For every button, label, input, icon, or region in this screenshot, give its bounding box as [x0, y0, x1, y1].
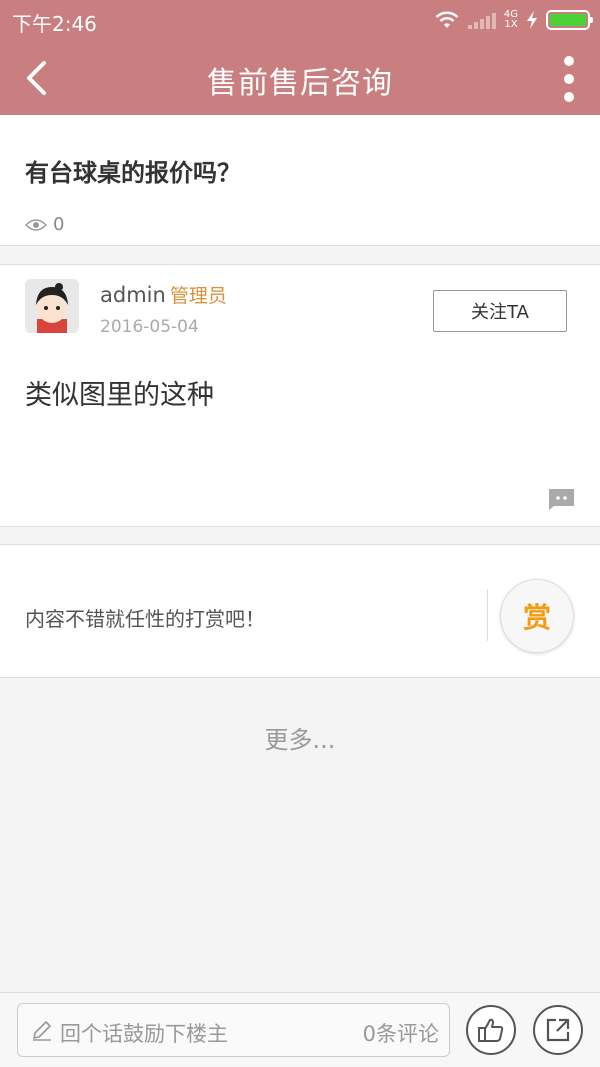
battery-fill	[550, 14, 586, 26]
status-bar: 下午2:46 4G 1X	[0, 0, 600, 40]
comment-bubble-icon[interactable]	[546, 487, 576, 511]
comment-count[interactable]: 0条评论	[363, 1018, 439, 1048]
network-type: 4G 1X	[504, 10, 518, 30]
like-button[interactable]	[466, 1005, 516, 1055]
avatar-image	[25, 279, 79, 333]
more-vertical-icon	[564, 56, 574, 66]
share-icon	[546, 1018, 570, 1042]
post-date: 2016-05-04	[100, 317, 199, 337]
post-card: admin 管理员 2016-05-04 关注TA 类似图里的这种	[0, 264, 600, 527]
comment-input-placeholder: 回个话鼓励下楼主	[60, 1022, 228, 1046]
question-card: 有台球桌的报价吗？ 0	[0, 115, 600, 246]
share-button[interactable]	[533, 1005, 583, 1055]
page-title: 售前售后咨询	[207, 66, 393, 101]
eye-icon	[25, 218, 47, 231]
view-count-value: 0	[53, 214, 65, 235]
more-options-button[interactable]	[562, 56, 576, 102]
comment-input[interactable]: 回个话鼓励下楼主 0条评论	[17, 1003, 450, 1057]
bottom-bar: 回个话鼓励下楼主 0条评论	[0, 992, 600, 1067]
author-role-badge: 管理员	[169, 285, 227, 307]
author-username: admin	[100, 283, 166, 307]
wifi-icon	[435, 11, 459, 28]
pencil-icon	[33, 1021, 51, 1041]
view-count: 0	[25, 214, 64, 235]
reward-card: 内容不错就任性的打赏吧！ 赏	[0, 544, 600, 678]
follow-button[interactable]: 关注TA	[433, 290, 567, 332]
more-link[interactable]: 更多...	[0, 720, 600, 755]
reward-prompt: 内容不错就任性的打赏吧！	[25, 607, 265, 631]
reward-button[interactable]: 赏	[500, 579, 574, 653]
status-indicators: 4G 1X	[434, 6, 593, 34]
signal-bars-icon	[467, 11, 496, 29]
network-type-bottom: 1X	[504, 19, 518, 30]
app-bar: 售前售后咨询	[0, 40, 600, 115]
post-body: 类似图里的这种	[25, 380, 214, 411]
charging-bolt-icon	[527, 11, 537, 29]
status-time: 下午2:46	[12, 12, 97, 36]
avatar[interactable]	[25, 279, 79, 333]
question-title: 有台球桌的报价吗？	[25, 159, 241, 187]
thumbs-up-icon	[478, 1018, 504, 1042]
battery-icon	[546, 10, 593, 30]
divider	[487, 589, 488, 641]
author-name[interactable]: admin 管理员	[100, 281, 227, 308]
